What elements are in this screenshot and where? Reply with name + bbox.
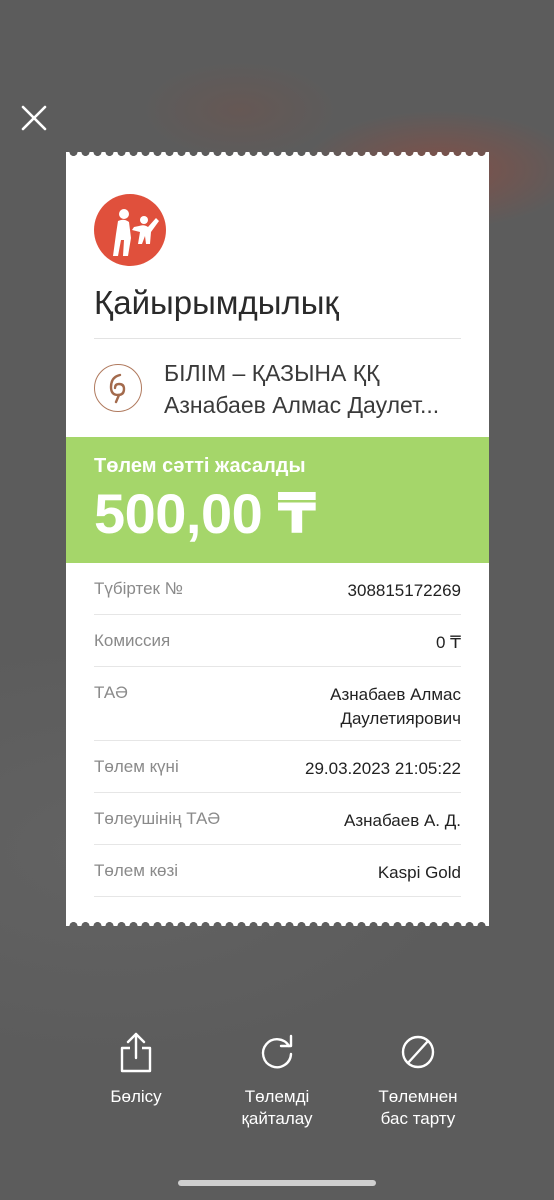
row-full-name: ТАӘ Азнабаев Алмас Даулетиярович (94, 683, 461, 741)
row-value: Kaspi Gold (377, 863, 461, 882)
row-commission: Комиссия 0 ₸ (94, 631, 461, 667)
repeat-payment-button[interactable]: Төлемді қайталау (207, 1030, 347, 1130)
org-name: БІЛІМ – ҚАЗЫНА ҚҚ (164, 360, 380, 386)
row-value-line2: Даулетиярович (340, 709, 462, 728)
row-label: Түбіртек № (94, 579, 183, 598)
row-receipt-number: Түбіртек № 308815172269 (94, 579, 461, 615)
receipt-card: Қайырымдылық БІЛІМ – ҚАЗЫНА ҚҚ Азнабаев … (66, 152, 489, 926)
status-band: Төлем сәтті жасалды 500,00 ₸ (66, 437, 489, 563)
divider (94, 338, 461, 339)
row-label: Төлеушінің ТАӘ (94, 809, 221, 828)
close-icon (21, 105, 47, 131)
row-label: Төлем күні (94, 757, 179, 776)
cancel-label-line1: Төлемнен (378, 1087, 458, 1106)
share-icon (120, 1032, 152, 1073)
row-value: Азнабаев А. Д. (343, 811, 461, 830)
org-person: Азнабаев Алмас Даулет... (164, 392, 440, 418)
share-label: Бөлісу (110, 1087, 162, 1106)
row-value: Азнабаев Алмас Даулетиярович (330, 683, 461, 731)
repeat-label: Төлемді қайталау (207, 1086, 347, 1130)
cancel-label-line2: бас тарту (380, 1109, 456, 1128)
row-value-line1: Азнабаев Алмас (330, 685, 461, 704)
row-payment-date: Төлем күні 29.03.2023 21:05:22 (94, 757, 461, 793)
row-value: 29.03.2023 21:05:22 (305, 759, 461, 778)
share-button[interactable]: Бөлісу (66, 1030, 206, 1108)
cancel-label: Төлемнен бас тарту (348, 1086, 488, 1130)
repeat-icon (261, 1034, 293, 1069)
org-logo-icon (94, 364, 142, 412)
background-blur (140, 60, 340, 160)
row-label: Төлем көзі (94, 861, 179, 880)
status-text: Төлем сәтті жасалды (94, 455, 306, 477)
repeat-label-line2: қайталау (241, 1109, 313, 1128)
charity-logo (94, 194, 166, 266)
row-label: ТАӘ (94, 683, 128, 702)
action-bar: Бөлісу Төлемді қайталау Төлемнен бас тар… (0, 1030, 554, 1140)
row-payer-name: Төлеушінің ТАӘ Азнабаев А. Д. (94, 809, 461, 845)
category-title: Қайырымдылық (94, 284, 339, 321)
row-label: Комиссия (94, 631, 171, 650)
payment-amount: 500,00 ₸ (94, 482, 316, 545)
row-value: 0 ₸ (436, 633, 461, 652)
row-value: 308815172269 (347, 581, 461, 600)
row-payment-source: Төлем көзі Kaspi Gold (94, 861, 461, 897)
repeat-label-line1: Төлемді (244, 1087, 310, 1106)
home-indicator[interactable] (178, 1180, 376, 1186)
cancel-icon (401, 1035, 435, 1069)
cancel-payment-button[interactable]: Төлемнен бас тарту (348, 1030, 488, 1130)
close-button[interactable] (14, 98, 54, 138)
